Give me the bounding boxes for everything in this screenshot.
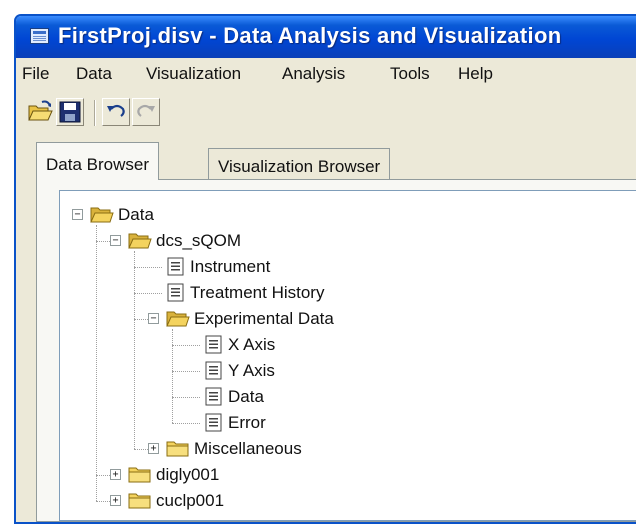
- save-icon[interactable]: [56, 98, 84, 126]
- menu-help[interactable]: Help: [458, 64, 493, 84]
- tree-node[interactable]: − dcs_sQOM: [60, 229, 636, 255]
- tree-node-label: dcs_sQOM: [156, 231, 242, 250]
- tree-connector: [134, 267, 162, 268]
- tree-node[interactable]: − Data: [60, 203, 636, 229]
- tab-visualization-browser[interactable]: Visualization Browser: [208, 148, 391, 182]
- tree-node-label: digly001: [156, 465, 220, 484]
- tree-node-label: Experimental Data: [194, 309, 334, 328]
- tree-guide-line: [134, 251, 135, 449]
- document-icon: [204, 360, 224, 382]
- folder-icon: [128, 465, 152, 484]
- tree-node-label: Data: [118, 205, 154, 224]
- tree-node[interactable]: + Miscellaneous: [60, 437, 636, 463]
- tree-connector: [96, 475, 110, 476]
- expand-toggle-icon[interactable]: +: [110, 469, 121, 480]
- toolbar-separator: [94, 100, 96, 126]
- tree-connector: [134, 449, 148, 450]
- tree-connector: [172, 371, 200, 372]
- tree-node-label: X Axis: [228, 335, 276, 354]
- tree-node[interactable]: Data: [60, 385, 636, 411]
- folder-icon: [128, 491, 152, 510]
- tree-node-label: Error: [228, 413, 266, 432]
- folder-open-icon: [90, 205, 114, 224]
- menu-data[interactable]: Data: [76, 64, 112, 84]
- tree-connector: [172, 397, 200, 398]
- tree-node[interactable]: Error: [60, 411, 636, 437]
- open-folder-icon[interactable]: [26, 98, 54, 126]
- tree-node-label: Y Axis: [228, 361, 275, 380]
- folder-open-icon: [128, 231, 152, 250]
- data-tree[interactable]: − Data − dcs_sQOM Instrument Treatment Histor…: [59, 190, 636, 521]
- tree-node[interactable]: Y Axis: [60, 359, 636, 385]
- tree-guide-line: [96, 225, 97, 501]
- collapse-toggle-icon[interactable]: −: [110, 235, 121, 246]
- document-icon: [204, 412, 224, 434]
- menu-visualization[interactable]: Visualization: [146, 64, 241, 84]
- tree-node[interactable]: + digly001: [60, 463, 636, 489]
- expand-toggle-icon[interactable]: +: [148, 443, 159, 454]
- tree-connector: [172, 423, 200, 424]
- tree-connector: [134, 293, 162, 294]
- tree-connector: [96, 501, 110, 502]
- tree-node[interactable]: Treatment History: [60, 281, 636, 307]
- tree-node-label: Data: [228, 387, 264, 406]
- redo-icon[interactable]: [132, 98, 160, 126]
- collapse-toggle-icon[interactable]: −: [148, 313, 159, 324]
- tree-node-label: cuclp001: [156, 491, 225, 510]
- document-icon: [166, 282, 186, 304]
- folder-icon: [166, 439, 190, 458]
- tree-connector: [96, 241, 110, 242]
- tree-node[interactable]: Instrument: [60, 255, 636, 281]
- tab-data-browser[interactable]: Data Browser: [36, 142, 159, 180]
- expand-toggle-icon[interactable]: +: [110, 495, 121, 506]
- menu-file[interactable]: File: [22, 64, 49, 84]
- tree-node[interactable]: − Experimental Data: [60, 307, 636, 333]
- app-icon: [30, 28, 49, 44]
- document-icon: [204, 386, 224, 408]
- tree-guide-line: [172, 329, 173, 423]
- tree-node-label: Instrument: [190, 257, 271, 276]
- document-icon: [166, 256, 186, 278]
- undo-icon[interactable]: [102, 98, 130, 126]
- collapse-toggle-icon[interactable]: −: [72, 209, 83, 220]
- app-window: FirstProj.disv - Data Analysis and Visua…: [14, 14, 636, 524]
- document-icon: [204, 334, 224, 356]
- tree-node[interactable]: X Axis: [60, 333, 636, 359]
- tree-connector: [134, 319, 148, 320]
- window-title: FirstProj.disv - Data Analysis and Visua…: [58, 23, 562, 48]
- toolbar: [16, 92, 636, 136]
- tree-connector: [172, 345, 200, 346]
- tree-node[interactable]: + cuclp001: [60, 489, 636, 515]
- menu-tools[interactable]: Tools: [390, 64, 430, 84]
- title-bar[interactable]: FirstProj.disv - Data Analysis and Visua…: [16, 16, 636, 58]
- browser-panel: Data Browser Visualization Browser − Data…: [24, 138, 636, 522]
- tree-node-label: Treatment History: [190, 283, 325, 302]
- folder-open-icon: [166, 309, 190, 328]
- tree-node-label: Miscellaneous: [194, 439, 302, 458]
- menu-bar: File Data Visualization Analysis Tools H…: [16, 60, 636, 88]
- tab-content: − Data − dcs_sQOM Instrument Treatment Histor…: [36, 179, 636, 522]
- menu-analysis[interactable]: Analysis: [282, 64, 345, 84]
